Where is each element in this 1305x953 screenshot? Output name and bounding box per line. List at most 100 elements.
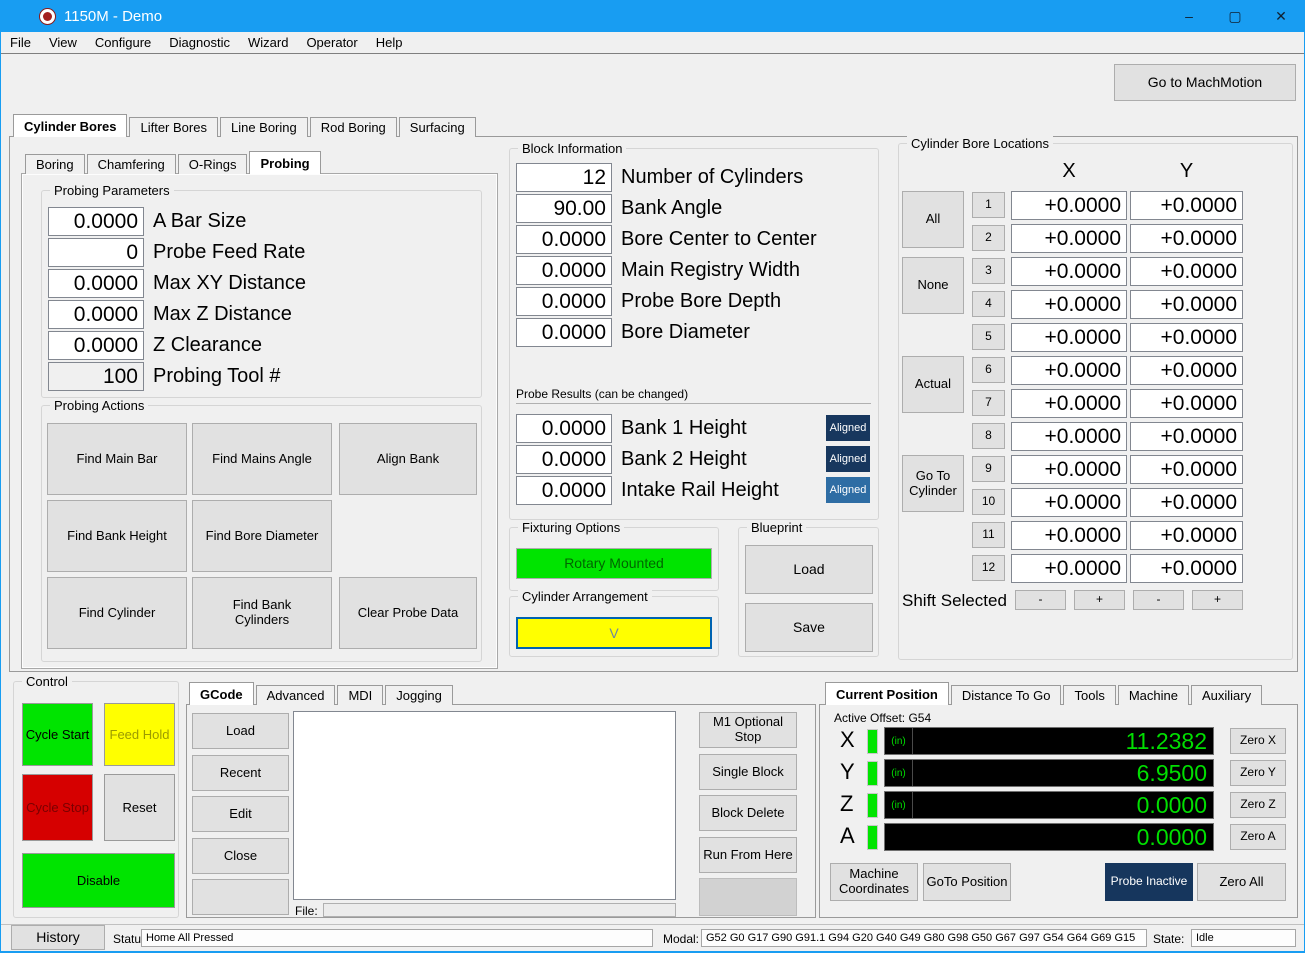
tab-current-position[interactable]: Current Position	[825, 682, 949, 705]
gcode-close-button[interactable]: Close	[192, 838, 289, 874]
intake-rail-aligned-badge[interactable]: Aligned	[826, 477, 870, 503]
bore-row-button-6[interactable]: 6	[972, 357, 1005, 383]
minimize-icon[interactable]: –	[1166, 0, 1212, 32]
tab-jogging[interactable]: Jogging	[385, 685, 453, 705]
menu-item-configure[interactable]: Configure	[86, 32, 160, 54]
gcode-edit-button[interactable]: Edit	[192, 796, 289, 832]
tab-line-boring[interactable]: Line Boring	[220, 117, 308, 137]
bore-x-8[interactable]: +0.0000	[1011, 422, 1127, 451]
bore-y-7[interactable]: +0.0000	[1130, 389, 1243, 418]
find-main-bar-button[interactable]: Find Main Bar	[47, 423, 187, 495]
tab-chamfering[interactable]: Chamfering	[87, 154, 176, 174]
single-block-button[interactable]: Single Block	[699, 754, 797, 790]
bore-x-10[interactable]: +0.0000	[1011, 488, 1127, 517]
feed-hold-button[interactable]: Feed Hold	[104, 703, 175, 766]
go-to-machmotion-button[interactable]: Go to MachMotion	[1114, 64, 1296, 101]
bore-row-button-11[interactable]: 11	[972, 522, 1005, 548]
find-bank-cylinders-button[interactable]: Find Bank Cylinders	[192, 577, 332, 649]
bore-y-4[interactable]: +0.0000	[1130, 290, 1243, 319]
tab-machine[interactable]: Machine	[1118, 685, 1189, 705]
intake-rail-height-field[interactable]: 0.0000	[516, 476, 612, 505]
bore-x-7[interactable]: +0.0000	[1011, 389, 1127, 418]
a-bar-size-field[interactable]: 0.0000	[48, 207, 144, 236]
reset-button[interactable]: Reset	[104, 774, 175, 841]
bore-x-6[interactable]: +0.0000	[1011, 356, 1127, 385]
bore-row-button-9[interactable]: 9	[972, 456, 1005, 482]
gcode-blank-button[interactable]	[192, 879, 289, 915]
probe-feed-rate-field[interactable]: 0	[48, 238, 144, 267]
cycle-start-button[interactable]: Cycle Start	[22, 703, 93, 766]
goto-position-button[interactable]: GoTo Position	[923, 863, 1011, 901]
bore-x-2[interactable]: +0.0000	[1011, 224, 1127, 253]
menu-item-file[interactable]: File	[1, 32, 40, 54]
bank-angle-field[interactable]: 90.00	[516, 194, 612, 223]
bore-x-11[interactable]: +0.0000	[1011, 521, 1127, 550]
bore-y-3[interactable]: +0.0000	[1130, 257, 1243, 286]
bank-2-height-field[interactable]: 0.0000	[516, 445, 612, 474]
probe-inactive-button[interactable]: Probe Inactive	[1105, 863, 1193, 901]
menu-item-help[interactable]: Help	[367, 32, 412, 54]
bore-y-2[interactable]: +0.0000	[1130, 224, 1243, 253]
blueprint-save-button[interactable]: Save	[745, 603, 873, 652]
bore-row-button-2[interactable]: 2	[972, 225, 1005, 251]
zero-z-button[interactable]: Zero Z	[1230, 792, 1286, 818]
m1-optional-stop-button[interactable]: M1 Optional Stop	[699, 712, 797, 748]
bore-y-8[interactable]: +0.0000	[1130, 422, 1243, 451]
shift-x-minus-button[interactable]: -	[1015, 590, 1066, 610]
tab-rod-boring[interactable]: Rod Boring	[310, 117, 397, 137]
find-mains-angle-button[interactable]: Find Mains Angle	[192, 423, 332, 495]
rotary-mounted-button[interactable]: Rotary Mounted	[516, 548, 712, 579]
shift-y-plus-button[interactable]: +	[1192, 590, 1243, 610]
tab-cylinder-bores[interactable]: Cylinder Bores	[13, 114, 127, 137]
menu-item-view[interactable]: View	[40, 32, 86, 54]
max-xy-distance-field[interactable]: 0.0000	[48, 269, 144, 298]
main-registry-width-field[interactable]: 0.0000	[516, 256, 612, 285]
clear-probe-data-button[interactable]: Clear Probe Data	[339, 577, 477, 649]
bore-actual-button[interactable]: Actual	[902, 356, 964, 413]
bore-row-button-4[interactable]: 4	[972, 291, 1005, 317]
tab-probing[interactable]: Probing	[249, 151, 320, 174]
tab-distance-to-go[interactable]: Distance To Go	[951, 685, 1062, 705]
bore-y-11[interactable]: +0.0000	[1130, 521, 1243, 550]
bank-1-height-field[interactable]: 0.0000	[516, 414, 612, 443]
number-of-cylinders-field[interactable]: 12	[516, 163, 612, 192]
tab-gcode[interactable]: GCode	[189, 682, 254, 705]
bore-x-9[interactable]: +0.0000	[1011, 455, 1127, 484]
max-z-distance-field[interactable]: 0.0000	[48, 300, 144, 329]
disable-button[interactable]: Disable	[22, 853, 175, 908]
bore-y-10[interactable]: +0.0000	[1130, 488, 1243, 517]
bore-diameter-field[interactable]: 0.0000	[516, 318, 612, 347]
maximize-icon[interactable]: ▢	[1212, 0, 1258, 32]
probe-bore-depth-field[interactable]: 0.0000	[516, 287, 612, 316]
bore-select-all-button[interactable]: All	[902, 191, 964, 248]
tab-lifter-bores[interactable]: Lifter Bores	[129, 117, 217, 137]
bore-x-4[interactable]: +0.0000	[1011, 290, 1127, 319]
find-bank-height-button[interactable]: Find Bank Height	[47, 500, 187, 572]
bore-x-3[interactable]: +0.0000	[1011, 257, 1127, 286]
bore-select-none-button[interactable]: None	[902, 257, 964, 314]
bore-y-5[interactable]: +0.0000	[1130, 323, 1243, 352]
tab-advanced[interactable]: Advanced	[256, 685, 336, 705]
gcode-text-area[interactable]	[293, 711, 676, 900]
bore-y-12[interactable]: +0.0000	[1130, 554, 1243, 583]
machine-coordinates-button[interactable]: Machine Coordinates	[830, 863, 918, 901]
bore-row-button-8[interactable]: 8	[972, 423, 1005, 449]
bore-x-12[interactable]: +0.0000	[1011, 554, 1127, 583]
gcode-recent-button[interactable]: Recent	[192, 755, 289, 791]
menu-item-operator[interactable]: Operator	[297, 32, 366, 54]
bore-row-button-5[interactable]: 5	[972, 324, 1005, 350]
zero-a-button[interactable]: Zero A	[1230, 824, 1286, 850]
tab-surfacing[interactable]: Surfacing	[399, 117, 476, 137]
bore-y-9[interactable]: +0.0000	[1130, 455, 1243, 484]
zero-y-button[interactable]: Zero Y	[1230, 760, 1286, 786]
bore-y-6[interactable]: +0.0000	[1130, 356, 1243, 385]
shift-x-plus-button[interactable]: +	[1074, 590, 1125, 610]
cylinder-arrangement-button[interactable]: V	[516, 617, 712, 649]
tab-auxiliary[interactable]: Auxiliary	[1191, 685, 1262, 705]
bank-1-aligned-badge[interactable]: Aligned	[826, 415, 870, 441]
tab-o-rings[interactable]: O-Rings	[178, 154, 248, 174]
bore-y-1[interactable]: +0.0000	[1130, 191, 1243, 220]
zero-all-button[interactable]: Zero All	[1197, 863, 1286, 901]
bore-center-to-center-field[interactable]: 0.0000	[516, 225, 612, 254]
zero-x-button[interactable]: Zero X	[1230, 728, 1286, 754]
